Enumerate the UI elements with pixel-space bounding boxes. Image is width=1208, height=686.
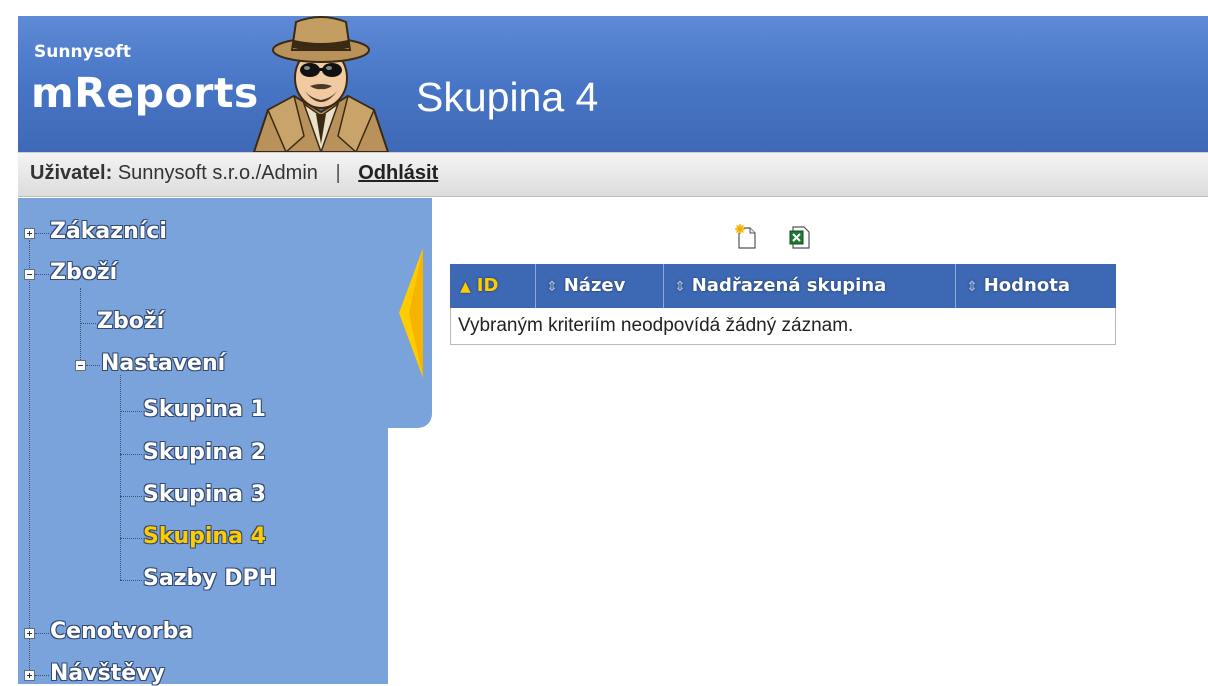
empty-message: Vybraným kriteriím neodpovídá žádný zázn… [450,308,1116,345]
brand-company: Sunnysoft [34,42,131,62]
tree-item-skupina-3[interactable]: Skupina 3 [143,482,266,507]
tree-item-sazby-dph[interactable]: Sazby DPH [143,566,277,591]
detective-mascot-icon [252,16,390,152]
expand-toggle-icon[interactable] [24,670,35,681]
collapse-toggle-icon[interactable] [24,269,35,280]
tree-line [80,288,81,368]
tree-item-skupina-2[interactable]: Skupina 2 [143,440,266,465]
tree-item-skupina-1[interactable]: Skupina 1 [143,397,266,422]
tree-line [35,233,49,234]
user-name: Sunnysoft s.r.o./Admin [117,162,318,184]
tree-line [35,675,49,676]
tree-item-zakaznici[interactable]: Zákazníci [50,219,167,244]
expand-toggle-icon[interactable] [24,628,35,639]
tree-line [35,274,49,275]
user-bar: Uživatel: Sunnysoft s.r.o./Admin | Odhlá… [18,152,1208,197]
collapse-toggle-icon[interactable] [75,360,86,371]
app-header: Sunnysoft mReports Skupina 4 [0,0,1208,152]
column-label: Hodnota [983,275,1070,296]
tree-line [120,411,142,412]
sort-asc-icon: ▲ [460,279,471,295]
page-title: Skupina 4 [416,74,599,120]
logout-link[interactable]: Odhlásit [358,162,438,184]
sort-icon: ⇕ [966,279,978,295]
column-label: ID [476,275,499,296]
tree-line [120,375,121,580]
tree-item-nastaveni[interactable]: Nastavení [101,351,225,376]
column-header-nazev[interactable]: ⇕ Název [536,264,664,308]
sort-icon: ⇕ [674,279,686,295]
tree-item-cenotvorba[interactable]: Cenotvorba [50,619,193,644]
grid-header: ▲ ID ⇕ Název ⇕ Nadřazená skupina ⇕ Hodnota [450,264,1116,308]
separator: | [335,162,341,184]
tree-line [80,323,96,324]
column-header-id[interactable]: ▲ ID [450,264,536,308]
data-grid: ▲ ID ⇕ Název ⇕ Nadřazená skupina ⇕ Hodnota V… [450,264,1116,345]
user-label: Uživatel: [30,162,113,184]
tree-line [120,454,142,455]
tree-item-zbozi-sub[interactable]: Zboží [97,309,164,334]
tree-item-navstevy[interactable]: Návštěvy [50,661,165,686]
column-label: Nadřazená skupina [691,275,887,296]
tree-line [120,580,142,581]
tree-line [120,538,142,539]
column-header-nadrazena-skupina[interactable]: ⇕ Nadřazená skupina [664,264,956,308]
tree-item-zbozi[interactable]: Zboží [50,260,117,285]
expand-toggle-icon[interactable] [24,228,35,239]
column-header-hodnota[interactable]: ⇕ Hodnota [956,264,1116,308]
header-banner: Sunnysoft mReports Skupina 4 [18,16,1208,152]
tree-line [29,240,30,680]
brand-logo: mReports [31,69,259,117]
tree-line [86,365,100,366]
tree-line [35,633,49,634]
tree-line [120,496,142,497]
new-record-icon[interactable] [734,224,758,250]
excel-export-icon[interactable] [788,224,812,250]
sort-icon: ⇕ [546,279,558,295]
collapse-sidebar-icon[interactable] [395,248,425,378]
column-label: Název [563,275,626,296]
tree-item-skupina-4[interactable]: Skupina 4 [143,524,266,549]
